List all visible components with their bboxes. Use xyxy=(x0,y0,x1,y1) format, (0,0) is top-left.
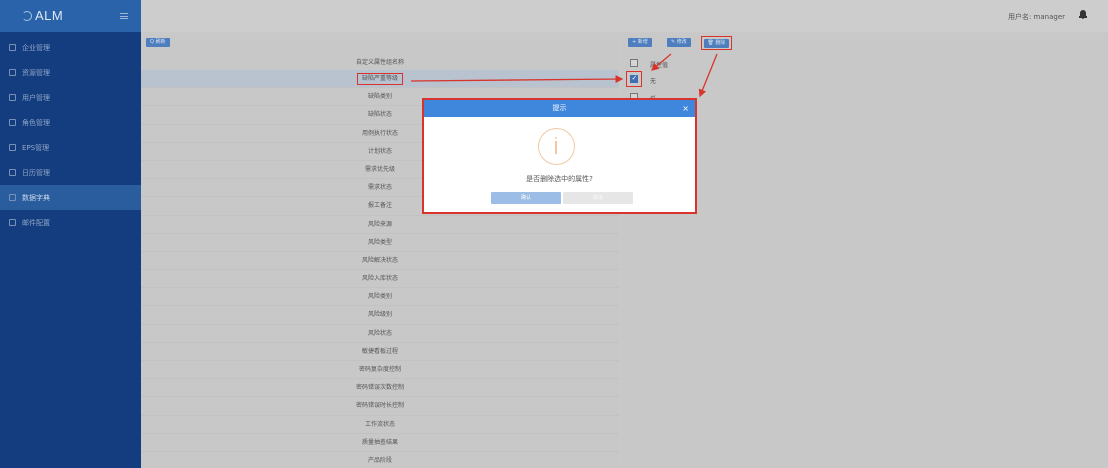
attribute-group-label: 密码复杂度控制 xyxy=(358,366,401,373)
add-button[interactable]: + 新增 xyxy=(628,38,652,47)
attribute-group-label: 密码错误次数控制 xyxy=(355,384,404,392)
building-icon xyxy=(9,44,16,51)
select-all-checkbox[interactable] xyxy=(630,59,638,67)
dictionary-icon xyxy=(9,194,16,201)
checkbox-highlight xyxy=(626,71,642,87)
folder-icon xyxy=(9,144,16,151)
sidebar-item-label: 用户管理 xyxy=(22,93,50,102)
sidebar-item[interactable]: EPS管理 xyxy=(0,135,141,160)
attribute-group-label: 缺陷状态 xyxy=(367,111,392,119)
attribute-group-row[interactable]: 风险来源 xyxy=(141,216,619,234)
attribute-group-label: 风险类型 xyxy=(367,238,392,246)
sidebar-item[interactable]: 角色管理 xyxy=(0,110,141,135)
attribute-group-label: 质量抽查结果 xyxy=(361,438,398,446)
attribute-group-label: 产品阶段 xyxy=(367,456,392,464)
attribute-group-label: 报工备注 xyxy=(367,202,392,210)
sidebar-item-label: 邮件配置 xyxy=(22,218,50,227)
attribute-group-row[interactable]: 敏捷看板过程 xyxy=(141,343,619,361)
attribute-group-label: 敏捷看板过程 xyxy=(361,347,398,355)
attribute-group-label: 风险级别 xyxy=(367,311,392,319)
topbar: 用户名: manager xyxy=(141,0,1108,32)
sidebar-item-label: EPS管理 xyxy=(22,143,50,152)
menu-toggle-icon[interactable] xyxy=(120,13,128,19)
attribute-group-label: 需求优先级 xyxy=(364,165,395,173)
edit-button[interactable]: ✎ 修改 xyxy=(667,38,691,47)
attribute-group-label: 需求状态 xyxy=(367,184,392,192)
logo-bar: ALM xyxy=(0,0,141,32)
confirm-button[interactable]: 确认 xyxy=(491,192,561,204)
sidebar-item[interactable]: 邮件配置 xyxy=(0,210,141,235)
sidebar: ALM 企业管理资源管理用户管理角色管理 EPS管理日历管理数据字典邮件配置 xyxy=(0,0,141,468)
attribute-value-header: 属性值 xyxy=(621,55,1108,70)
attribute-group-row[interactable]: 风险类别 xyxy=(141,288,619,307)
sidebar-item-label: 角色管理 xyxy=(22,118,50,127)
attribute-group-row[interactable]: 风险入库状态 xyxy=(141,270,619,289)
sidebar-item[interactable]: 日历管理 xyxy=(0,160,141,185)
info-icon xyxy=(538,128,575,165)
username-label: 用户名: manager xyxy=(1007,13,1065,21)
attribute-group-label: 用例执行状态 xyxy=(361,129,398,137)
attribute-group-row[interactable]: 风险类型 xyxy=(141,234,619,252)
sidebar-item[interactable]: 用户管理 xyxy=(0,85,141,110)
bell-icon[interactable] xyxy=(1079,10,1087,19)
sidebar-item-label: 日历管理 xyxy=(22,168,50,177)
delete-button-highlight: 🗑 删除 xyxy=(701,36,732,50)
attribute-group-label: 缺陷类别 xyxy=(367,93,392,101)
attribute-group-label: 缺陷严重等级 xyxy=(356,73,403,85)
attribute-group-row[interactable]: 风险级别 xyxy=(141,306,619,325)
attribute-group-row[interactable]: 密码错误次数控制 xyxy=(141,379,619,398)
calendar-icon xyxy=(9,169,16,176)
attribute-group-row[interactable]: 风险状态 xyxy=(141,325,619,343)
resource-icon xyxy=(9,69,16,76)
attribute-value-header-label: 属性值 xyxy=(650,62,669,69)
attribute-group-label: 风险类别 xyxy=(367,293,392,301)
dialog-title: 提示 xyxy=(552,104,567,112)
attribute-group-label: 风险入库状态 xyxy=(361,275,398,283)
logo-mark xyxy=(22,11,32,21)
attribute-group-label: 工作流状态 xyxy=(364,420,395,428)
cancel-button[interactable]: 取消 xyxy=(563,192,633,204)
attribute-group-row[interactable]: 密码错误时长控制 xyxy=(141,397,619,416)
attribute-group-row[interactable]: 质量抽查结果 xyxy=(141,434,619,452)
app-logo: ALM xyxy=(35,8,64,23)
attribute-group-label: 密码错误时长控制 xyxy=(355,402,404,410)
attribute-group-label: 风险来源 xyxy=(367,220,392,228)
attribute-group-row[interactable]: 密码复杂度控制 xyxy=(141,361,619,380)
attribute-value-label: 无 xyxy=(650,78,657,85)
dialog-header: 提示 × xyxy=(424,100,695,117)
close-icon[interactable]: × xyxy=(682,100,689,117)
sidebar-item-label: 企业管理 xyxy=(22,43,50,52)
sidebar-item[interactable]: 企业管理 xyxy=(0,35,141,60)
attribute-group-row[interactable]: 产品阶段 xyxy=(141,452,619,468)
refresh-button[interactable]: Q 刷新 xyxy=(146,38,170,47)
dialog-message: 是否删除选中的属性? xyxy=(526,175,593,183)
attribute-group-row[interactable]: 风险解决状态 xyxy=(141,252,619,271)
attribute-group-label: 风险解决状态 xyxy=(361,256,398,264)
sidebar-item-label: 数据字典 xyxy=(22,193,50,202)
attribute-value-row[interactable]: 无 xyxy=(621,74,1108,92)
confirm-dialog: 提示 × 是否删除选中的属性? 确认 取消 xyxy=(422,98,697,214)
attribute-group-header: 自定义属性组名称 xyxy=(355,59,404,66)
mail-icon xyxy=(9,219,16,226)
role-icon xyxy=(9,119,16,126)
sidebar-item[interactable]: 资源管理 xyxy=(0,60,141,85)
attribute-group-label: 风险状态 xyxy=(367,329,392,337)
attribute-group-row[interactable]: 缺陷严重等级 xyxy=(141,70,619,89)
delete-button[interactable]: 🗑 删除 xyxy=(703,38,730,48)
sidebar-item-label: 资源管理 xyxy=(22,68,50,77)
user-icon xyxy=(9,94,16,101)
sidebar-item[interactable]: 数据字典 xyxy=(0,185,141,210)
attribute-group-label: 计划状态 xyxy=(367,147,392,155)
attribute-group-row[interactable]: 工作流状态 xyxy=(141,416,619,434)
sidebar-nav: 企业管理资源管理用户管理角色管理 EPS管理日历管理数据字典邮件配置 xyxy=(0,35,141,235)
